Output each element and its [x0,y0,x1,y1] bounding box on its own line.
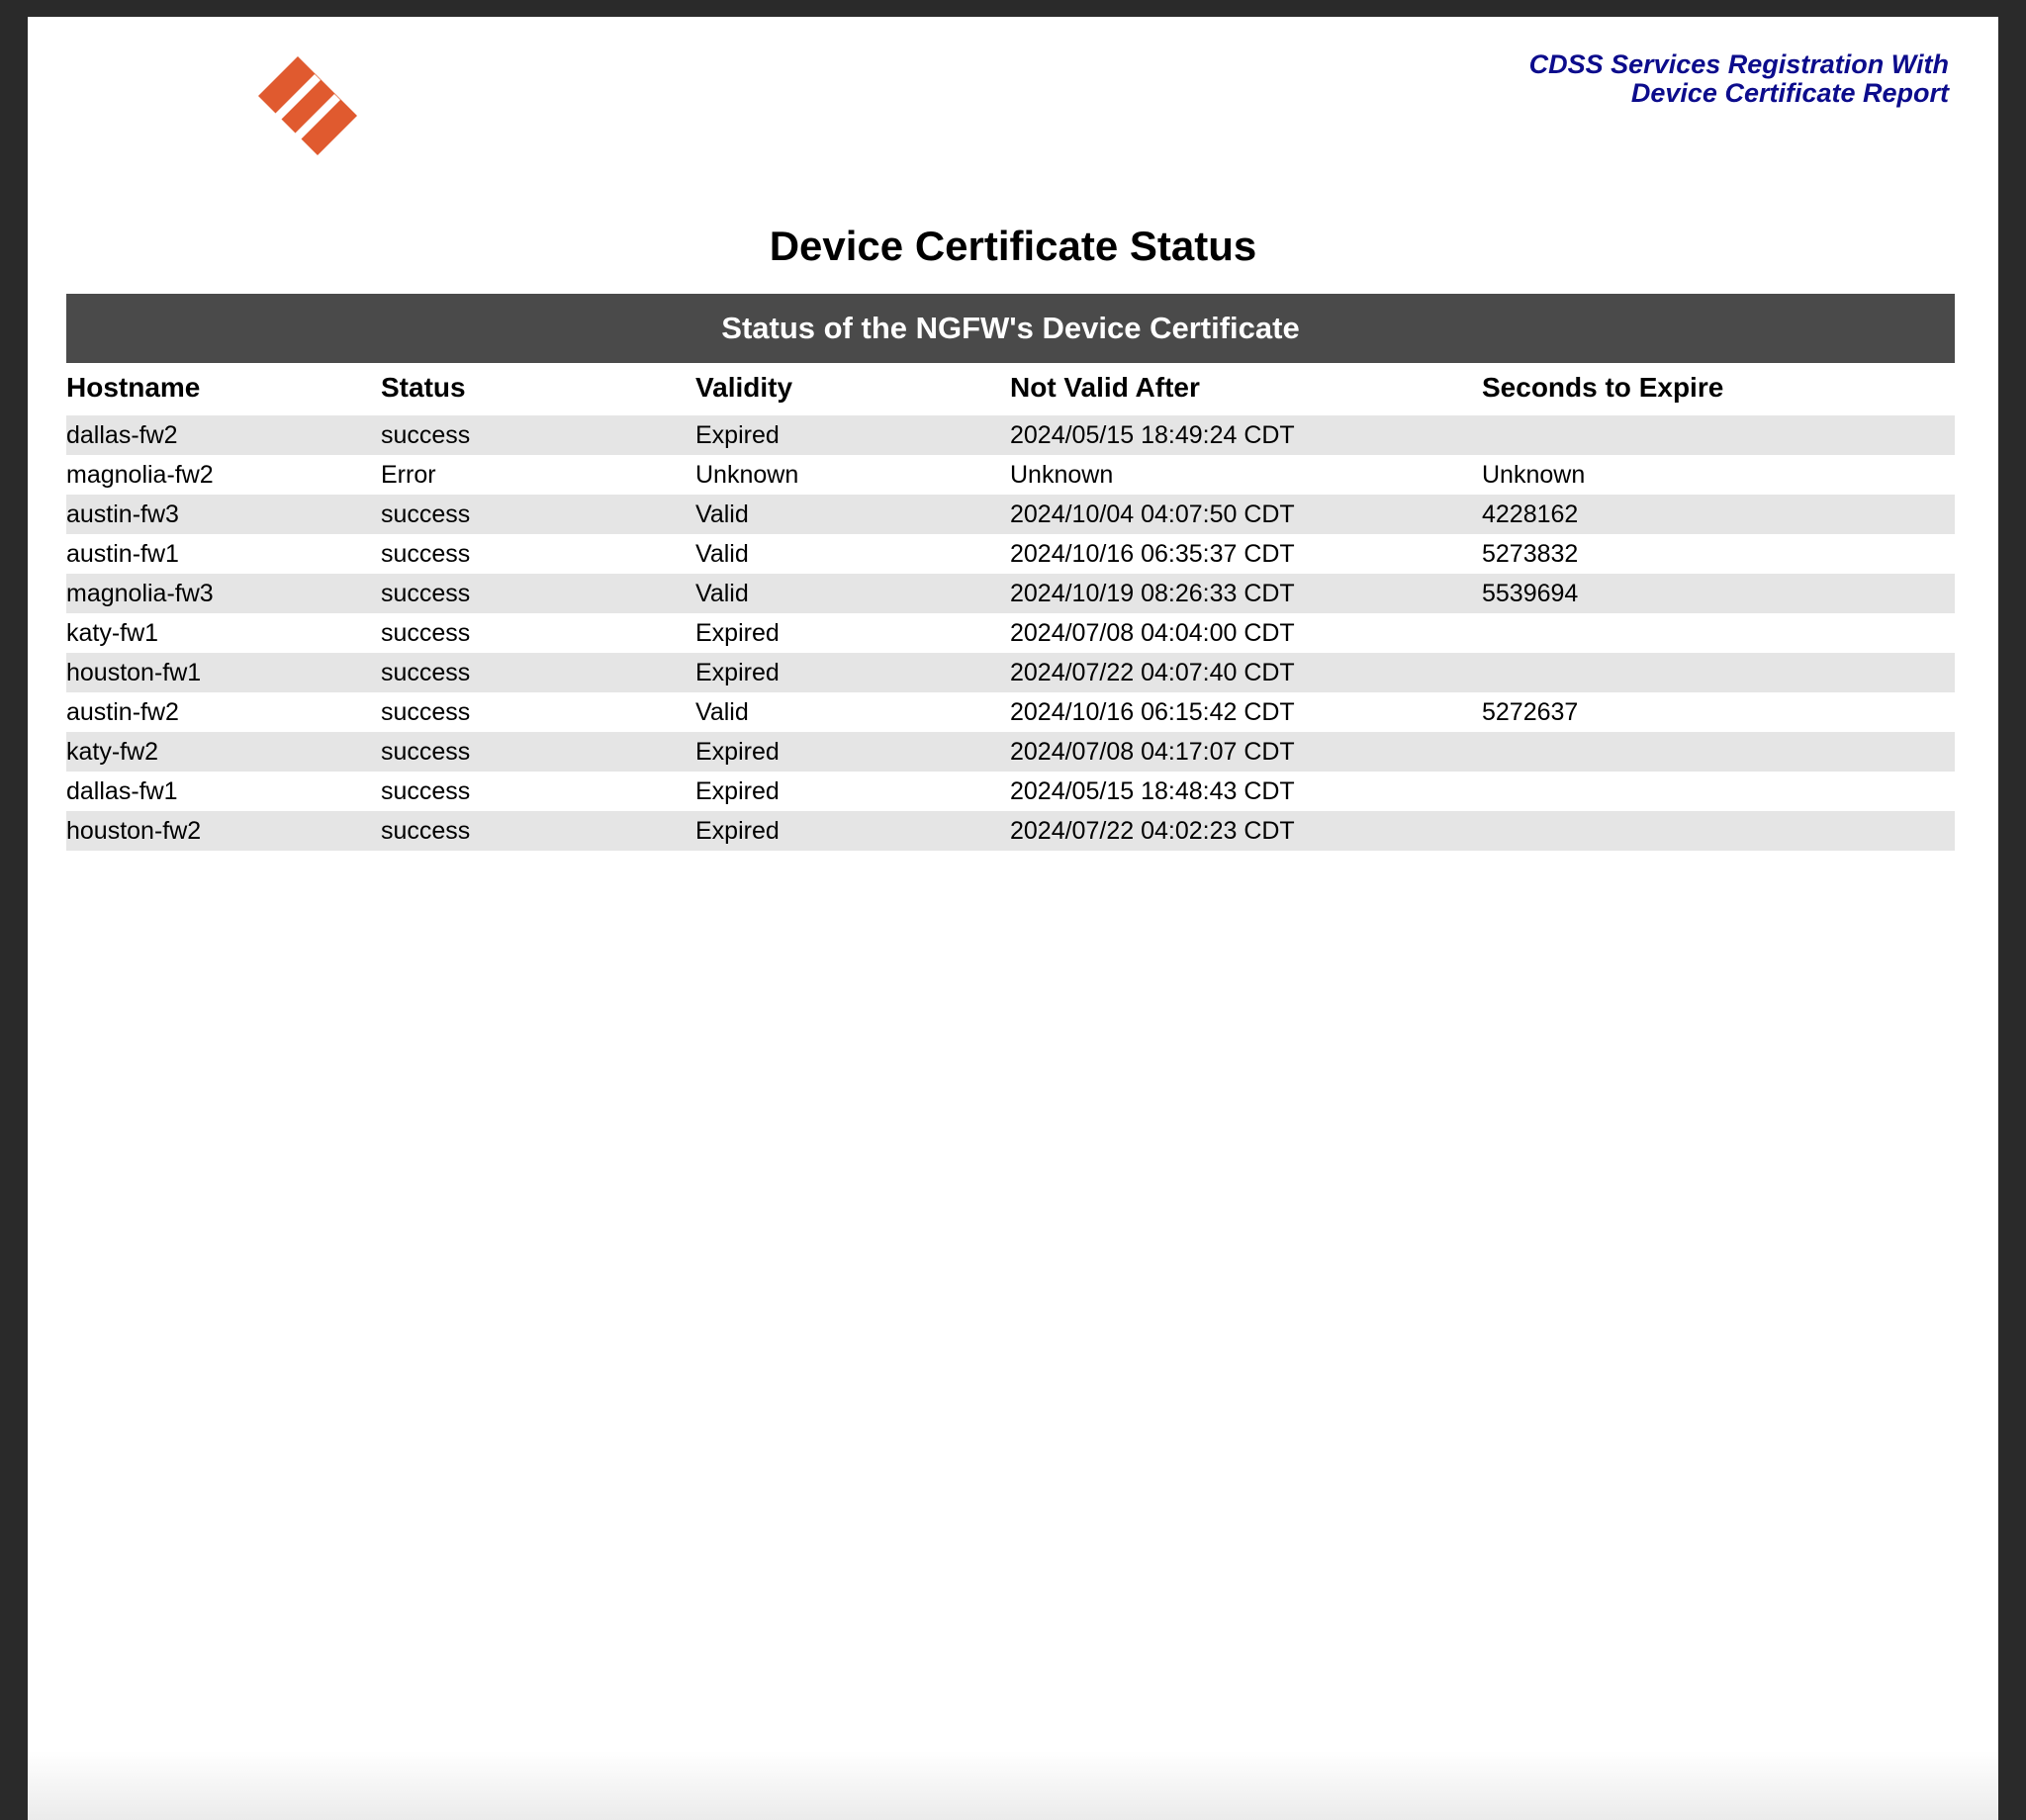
table-header-row: Hostname Status Validity Not Valid After… [66,363,1955,414]
cell-status: success [381,539,471,568]
cell-status: success [381,776,471,805]
cell-validity: Expired [695,776,780,805]
report-title-line1: CDSS Services Registration With [1528,49,1949,79]
cell-not-valid-after: 2024/07/22 04:02:23 CDT [1010,811,1482,851]
cell-seconds-to-expire: Unknown [1482,460,1586,489]
cell-validity: Valid [695,697,749,726]
cell-seconds-to-expire [1482,732,1955,772]
cell-not-valid-after: 2024/10/19 08:26:33 CDT [1010,574,1482,613]
cell-not-valid-after: Unknown [1010,460,1114,489]
column-header-validity: Validity [695,372,793,403]
cell-hostname: austin-fw1 [66,539,179,568]
cell-not-valid-after: 2024/07/08 04:04:00 CDT [1010,618,1295,647]
cell-hostname: houston-fw1 [66,653,381,692]
cell-seconds-to-expire: 5539694 [1482,574,1955,613]
cell-status: success [381,412,695,455]
cell-seconds-to-expire [1482,772,1955,811]
cell-status: success [381,653,695,692]
cell-validity: Expired [695,412,1010,455]
section-heading: Device Certificate Status [769,223,1257,269]
table-caption: Status of the NGFW's Device Certificate [66,294,1955,363]
cell-validity: Valid [695,539,749,568]
cell-seconds-to-expire [1482,412,1955,455]
table-row: katy-fw1 success Expired 2024/07/08 04:0… [66,613,1955,653]
cell-not-valid-after: 2024/07/22 04:07:40 CDT [1010,653,1482,692]
cell-validity: Valid [695,495,1010,534]
table-row: houston-fw1 success Expired 2024/07/22 0… [66,653,1955,692]
table-row: dallas-fw2 success Expired 2024/05/15 18… [66,412,1955,455]
cell-hostname: katy-fw1 [66,618,159,647]
table-row: austin-fw1 success Valid 2024/10/16 06:3… [66,534,1955,574]
cell-validity: Expired [695,732,1010,772]
cell-seconds-to-expire: 4228162 [1482,495,1955,534]
report-page: CDSS Services Registration With Device C… [28,17,1998,1820]
cell-status: success [381,618,471,647]
cell-status: success [381,495,695,534]
cell-not-valid-after: 2024/10/16 06:35:37 CDT [1010,539,1295,568]
cell-status: success [381,574,695,613]
cell-hostname: austin-fw3 [66,495,381,534]
cell-validity: Valid [695,574,1010,613]
cell-seconds-to-expire [1482,613,1955,653]
cell-validity: Expired [695,653,1010,692]
device-certificate-table: Status of the NGFW's Device Certificate … [66,294,1955,851]
cell-validity: Expired [695,618,780,647]
cell-seconds-to-expire [1482,653,1955,692]
cell-status: success [381,811,695,851]
table-row: austin-fw2 success Valid 2024/10/16 06:1… [66,692,1955,732]
report-title: CDSS Services Registration With Device C… [1529,50,1949,108]
cell-not-valid-after: 2024/10/04 04:07:50 CDT [1010,495,1482,534]
cell-status: success [381,697,471,726]
paloalto-logo-icon [258,56,357,155]
table-row: houston-fw2 success Expired 2024/07/22 0… [66,811,1955,851]
cell-status: Error [381,460,436,489]
cell-not-valid-after: 2024/05/15 18:49:24 CDT [1010,412,1482,455]
cell-hostname: austin-fw2 [66,697,179,726]
cell-hostname: katy-fw2 [66,732,381,772]
cell-status: success [381,732,695,772]
table-row: austin-fw3 success Valid 2024/10/04 04:0… [66,495,1955,534]
cell-hostname: dallas-fw1 [66,776,178,805]
cell-validity: Unknown [695,460,799,489]
cell-hostname: houston-fw2 [66,811,381,851]
cell-seconds-to-expire: 5272637 [1482,697,1579,726]
cell-hostname: magnolia-fw3 [66,574,381,613]
table-row: katy-fw2 success Expired 2024/07/08 04:1… [66,732,1955,772]
cell-hostname: dallas-fw2 [66,412,381,455]
report-title-line2: Device Certificate Report [1630,78,1949,108]
table-row: magnolia-fw2 Error Unknown Unknown Unkno… [66,455,1955,495]
column-header-hostname: Hostname [66,372,201,403]
cell-seconds-to-expire [1482,811,1955,851]
column-header-not-valid-after: Not Valid After [1010,372,1200,403]
cell-validity: Expired [695,811,1010,851]
cell-not-valid-after: 2024/10/16 06:15:42 CDT [1010,697,1295,726]
table-row: dallas-fw1 success Expired 2024/05/15 18… [66,772,1955,811]
page-bottom-shadow [28,1751,1998,1820]
cell-not-valid-after: 2024/07/08 04:17:07 CDT [1010,732,1482,772]
cell-not-valid-after: 2024/05/15 18:48:43 CDT [1010,776,1295,805]
cell-hostname: magnolia-fw2 [66,460,214,489]
column-header-seconds-to-expire: Seconds to Expire [1482,372,1724,403]
cell-seconds-to-expire: 5273832 [1482,539,1579,568]
column-header-status: Status [381,372,466,403]
table-row: magnolia-fw3 success Valid 2024/10/19 08… [66,574,1955,613]
